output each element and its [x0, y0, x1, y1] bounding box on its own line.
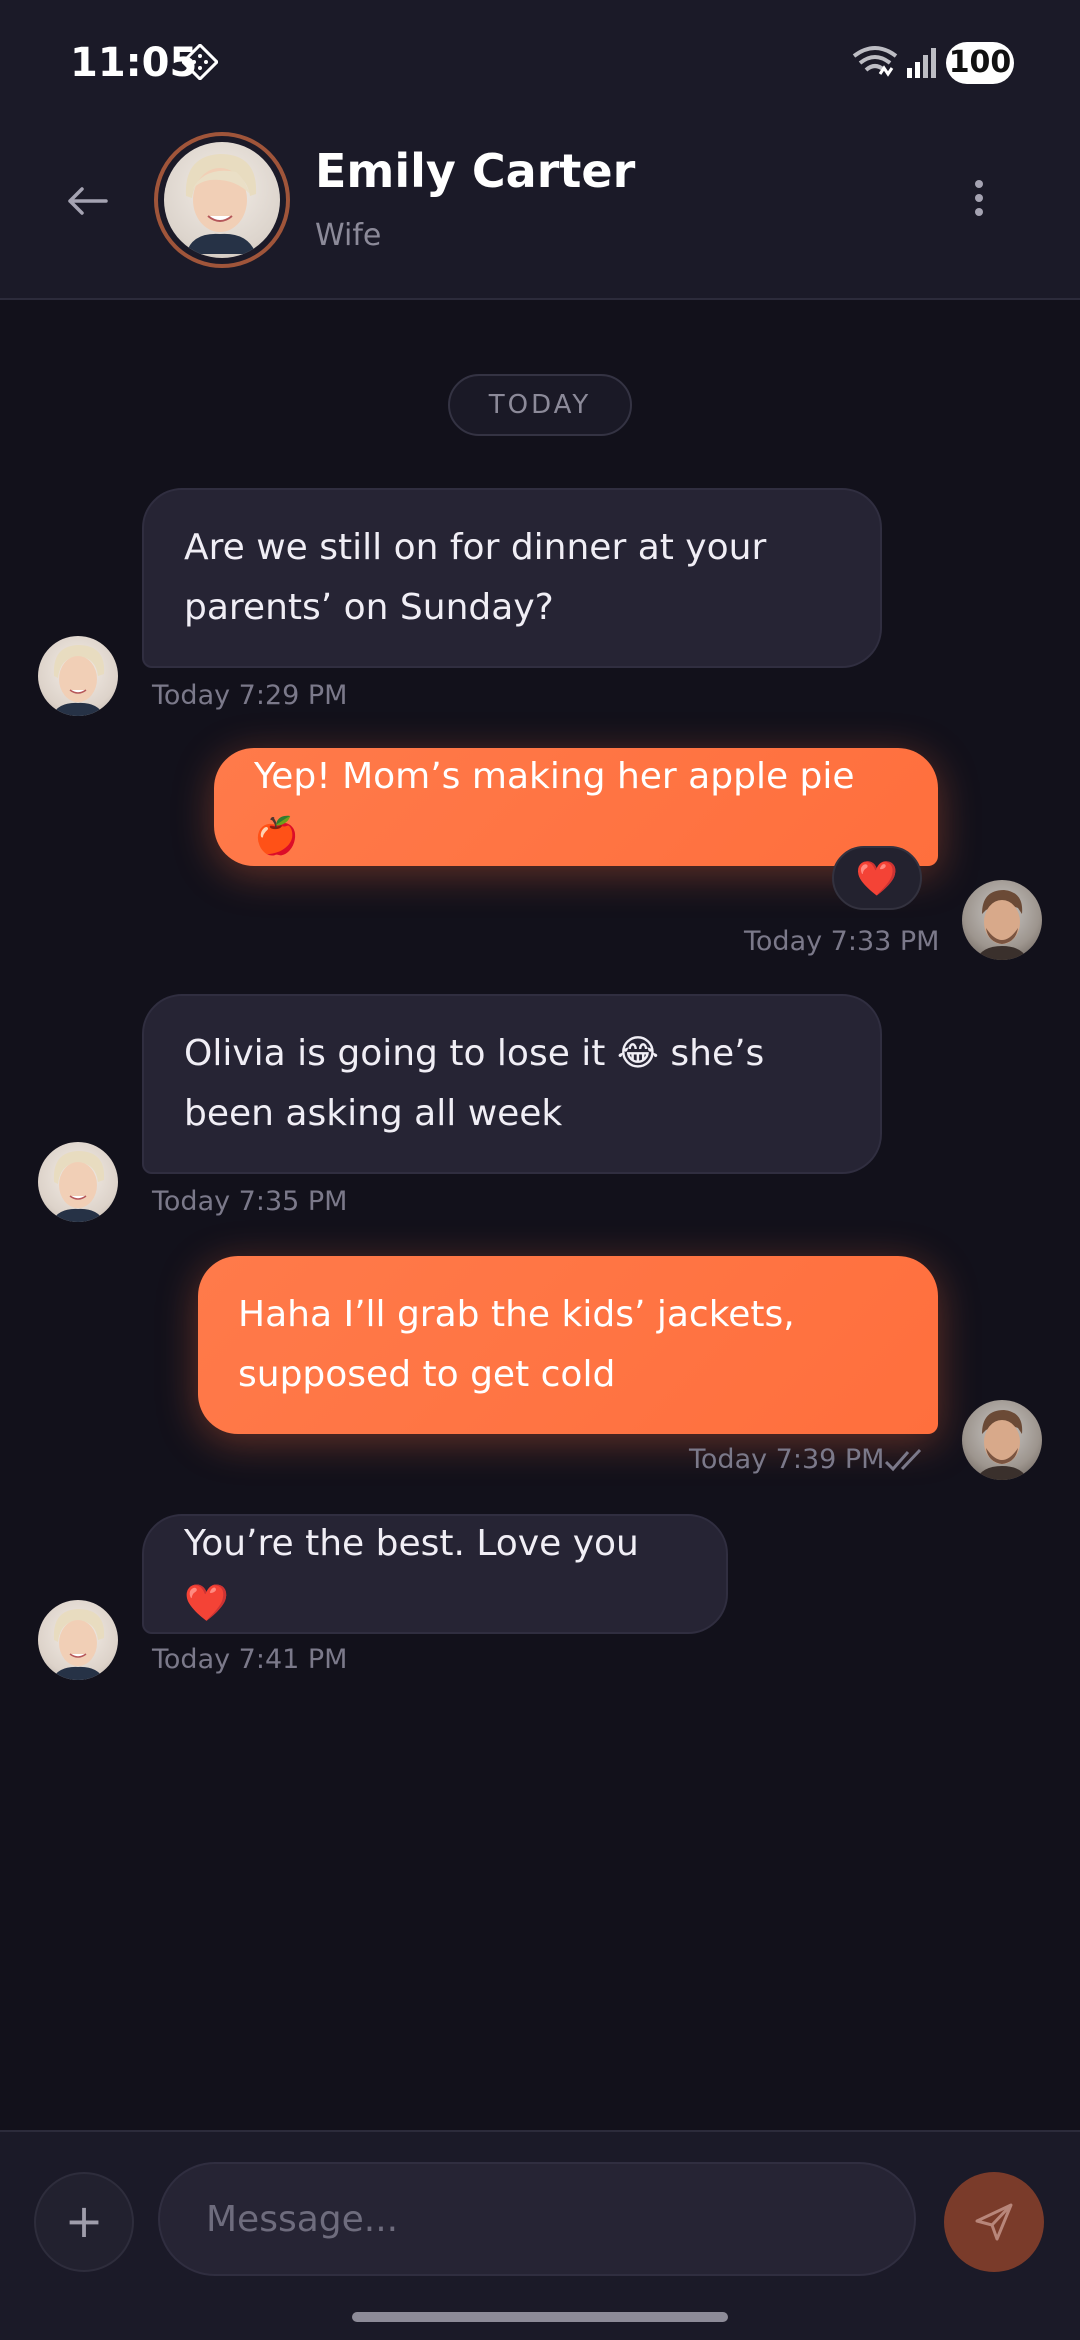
my-avatar	[962, 880, 1042, 960]
message-text: Are we still on for dinner at your paren…	[184, 527, 767, 628]
send-button[interactable]	[944, 2172, 1044, 2272]
message-input[interactable]	[158, 2162, 916, 2276]
message-text: You’re the best. Love you ❤️	[184, 1523, 639, 1624]
contact-avatar[interactable]	[154, 132, 290, 268]
battery-indicator: 100	[946, 42, 1014, 84]
message-bubble-outgoing[interactable]: Haha I’ll grab the kids’ jackets, suppos…	[198, 1256, 938, 1434]
message-time: Today 7:41 PM	[152, 1644, 348, 1675]
chat-header: Emily Carter Wife	[0, 128, 1080, 300]
plus-icon[interactable]: +	[34, 2172, 134, 2272]
message-text: Olivia is going to lose it 😂 she’s been …	[184, 1033, 765, 1134]
reaction-heart[interactable]: ❤️	[832, 846, 922, 910]
message-time: Today 7:35 PM	[152, 1186, 348, 1217]
send-icon	[975, 2203, 1013, 2241]
message-text: Yep! Mom’s making her apple pie 🍎	[254, 756, 855, 857]
wifi-icon	[852, 46, 898, 77]
status-time: 11:05	[70, 40, 198, 86]
read-receipt-icon	[884, 1448, 922, 1472]
date-divider: TODAY	[448, 374, 632, 436]
chat-screen: 11:05 100 Emily Carter Wife TODAY Are we…	[0, 0, 1080, 2340]
composer-bar: +	[0, 2130, 1080, 2340]
sender-avatar	[38, 1600, 118, 1680]
message-time: Today 7:39 PM	[689, 1444, 885, 1475]
arrow-left-icon[interactable]	[62, 176, 112, 226]
message-bubble-incoming[interactable]: You’re the best. Love you ❤️	[142, 1514, 728, 1634]
message-text: Haha I’ll grab the kids’ jackets, suppos…	[238, 1294, 795, 1395]
my-avatar	[962, 1400, 1042, 1480]
sender-avatar	[38, 1142, 118, 1222]
signal-icon	[907, 48, 936, 78]
contact-relationship: Wife	[315, 218, 382, 253]
status-bar: 11:05 100	[0, 0, 1080, 128]
message-bubble-outgoing[interactable]: Yep! Mom’s making her apple pie 🍎	[214, 748, 938, 866]
home-indicator[interactable]	[352, 2312, 728, 2322]
message-time: Today 7:33 PM	[744, 926, 940, 957]
message-time: Today 7:29 PM	[152, 680, 348, 711]
message-bubble-incoming[interactable]: Olivia is going to lose it 😂 she’s been …	[142, 994, 882, 1174]
more-vertical-icon[interactable]	[964, 174, 994, 224]
developer-options-icon	[182, 44, 218, 80]
contact-name: Emily Carter	[315, 144, 636, 198]
message-bubble-incoming[interactable]: Are we still on for dinner at your paren…	[142, 488, 882, 668]
sender-avatar	[38, 636, 118, 716]
avatar-photo	[164, 142, 280, 258]
